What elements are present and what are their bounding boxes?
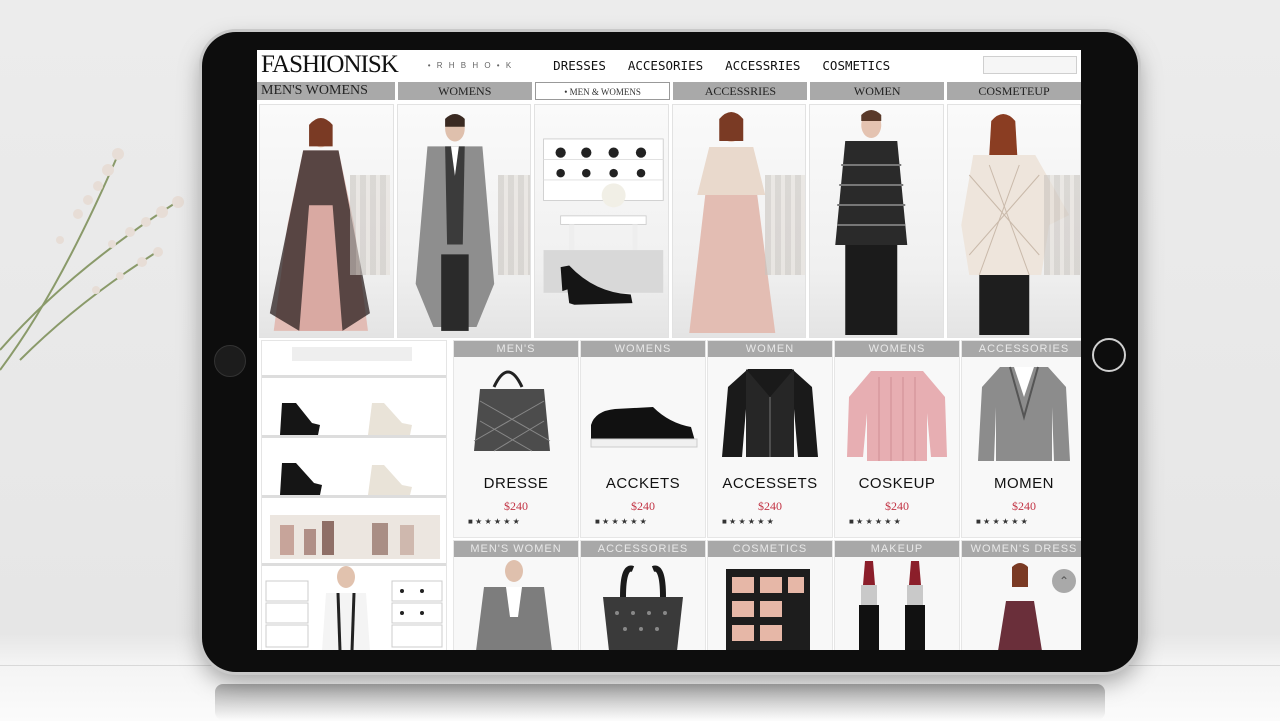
product-card[interactable]: MAKEUP (834, 540, 960, 650)
product-card[interactable]: MEN'S WOMEN (453, 540, 579, 650)
nav-link-accesories[interactable]: ACCESORIES (628, 58, 703, 73)
search-input[interactable] (983, 56, 1077, 74)
site-logo[interactable]: FASHIONISK (257, 50, 399, 80)
plant-decoration (0, 148, 184, 371)
product-price: $240 (631, 499, 655, 513)
main-nav: DRESSES ACCESORIES ACCESSRIES COSMETICS (553, 58, 890, 73)
product-card[interactable]: WOMENS ACCKETS $240 ■ ★ ★ ★ ★ ★ (580, 340, 706, 538)
product-card[interactable]: WOMENS COSKEUP $240 ■ ★ ★ ★ ★ ★ (834, 340, 960, 538)
product-card-header: WOMEN'S DRESS (962, 541, 1081, 557)
nav-link-cosmetics[interactable]: COSMETICS (822, 58, 890, 73)
category-cosmetics[interactable]: COSMETEUP (947, 82, 1081, 100)
product-card[interactable]: WOMEN ACCESSETS $240 ■ ★ ★ ★ ★ ★ (707, 340, 833, 538)
product-grid: MEN'S DRESSE $240 ■ ★ ★ ★ ★ ★ WOMENS ACC… (449, 340, 1081, 650)
product-card[interactable]: ACCESSORIES (580, 540, 706, 650)
top-nav-bar: FASHIONISK • R H B H O • K DRESSES ACCES… (257, 50, 1081, 80)
product-card-header: MAKEUP (835, 541, 959, 557)
product-card-header: ACCESSORIES (962, 341, 1081, 357)
category-men-women-selected[interactable]: • MEN & WOMENS (534, 82, 671, 100)
product-rating: ■ ★ ★ ★ ★ ★ (722, 517, 774, 526)
scroll-top-button[interactable]: ⌃ (1052, 569, 1076, 593)
product-card-header: MEN'S (454, 341, 578, 357)
category-womens[interactable]: WOMENS (397, 82, 532, 100)
hero-photo-store-shoe[interactable] (534, 104, 669, 338)
product-card-header: MEN'S WOMEN (454, 541, 578, 557)
product-name: ACCKETS (605, 475, 681, 492)
product-rating: ■ ★ ★ ★ ★ ★ (595, 517, 647, 526)
category-mens-womens[interactable]: MEN'S WOMENS (257, 82, 395, 100)
product-name: DRESSE (483, 475, 549, 492)
hero-photo-gray-coat[interactable] (396, 104, 531, 338)
lower-section: MEN'S DRESSE $240 ■ ★ ★ ★ ★ ★ WOMENS ACC… (257, 340, 1081, 650)
product-card[interactable]: COSMETICS (707, 540, 833, 650)
category-bar: MEN'S WOMENS WOMENS • MEN & WOMENS ACCES… (257, 82, 1081, 100)
product-price: $240 (885, 499, 909, 513)
product-card[interactable]: WOMEN'S DRESS ⌃ (961, 540, 1081, 650)
shoe-shelves-photo (261, 340, 447, 650)
product-card-header: COSMETICS (708, 541, 832, 557)
product-name: ACCESSETS (722, 475, 818, 492)
category-accessories[interactable]: ACCESSRIES (673, 82, 808, 100)
nav-link-dresses[interactable]: DRESSES (553, 58, 606, 73)
product-name: MOMEN (994, 475, 1054, 492)
product-rating: ■ ★ ★ ★ ★ ★ (976, 517, 1028, 526)
product-rating: ■ ★ ★ ★ ★ ★ (849, 517, 901, 526)
hero-photo-lace-cape[interactable] (259, 104, 394, 338)
category-women[interactable]: WOMEN (810, 82, 945, 100)
hero-banner (259, 104, 1081, 338)
product-card-header: WOMENS (835, 341, 959, 357)
product-price: $240 (504, 499, 528, 513)
product-price: $240 (758, 499, 782, 513)
hero-photo-striped-sweater[interactable] (809, 104, 944, 338)
tablet-device: FASHIONISK • R H B H O • K DRESSES ACCES… (202, 32, 1138, 672)
product-card-header: WOMENS (581, 341, 705, 357)
hero-photo-lace-dress[interactable] (671, 104, 806, 338)
camera-icon (214, 345, 246, 377)
tablet-screen: FASHIONISK • R H B H O • K DRESSES ACCES… (257, 50, 1081, 650)
hero-photo-knit-sweater[interactable] (946, 104, 1081, 338)
tablet-reflection (215, 684, 1105, 720)
mini-text: • R H B H O • K (427, 60, 514, 70)
product-card[interactable]: ACCESSORIES MOMEN $240 ■ ★ ★ ★ ★ ★ (961, 340, 1081, 538)
product-card-header: WOMEN (708, 341, 832, 357)
product-name: COSKEUP (858, 475, 936, 492)
product-card-header: ACCESSORIES (581, 541, 705, 557)
home-button[interactable] (1092, 338, 1126, 372)
product-card[interactable]: MEN'S DRESSE $240 ■ ★ ★ ★ ★ ★ (453, 340, 579, 538)
nav-link-accessries[interactable]: ACCESSRIES (725, 58, 800, 73)
product-rating: ■ ★ ★ ★ ★ ★ (468, 517, 520, 526)
product-price: $240 (1012, 499, 1036, 513)
